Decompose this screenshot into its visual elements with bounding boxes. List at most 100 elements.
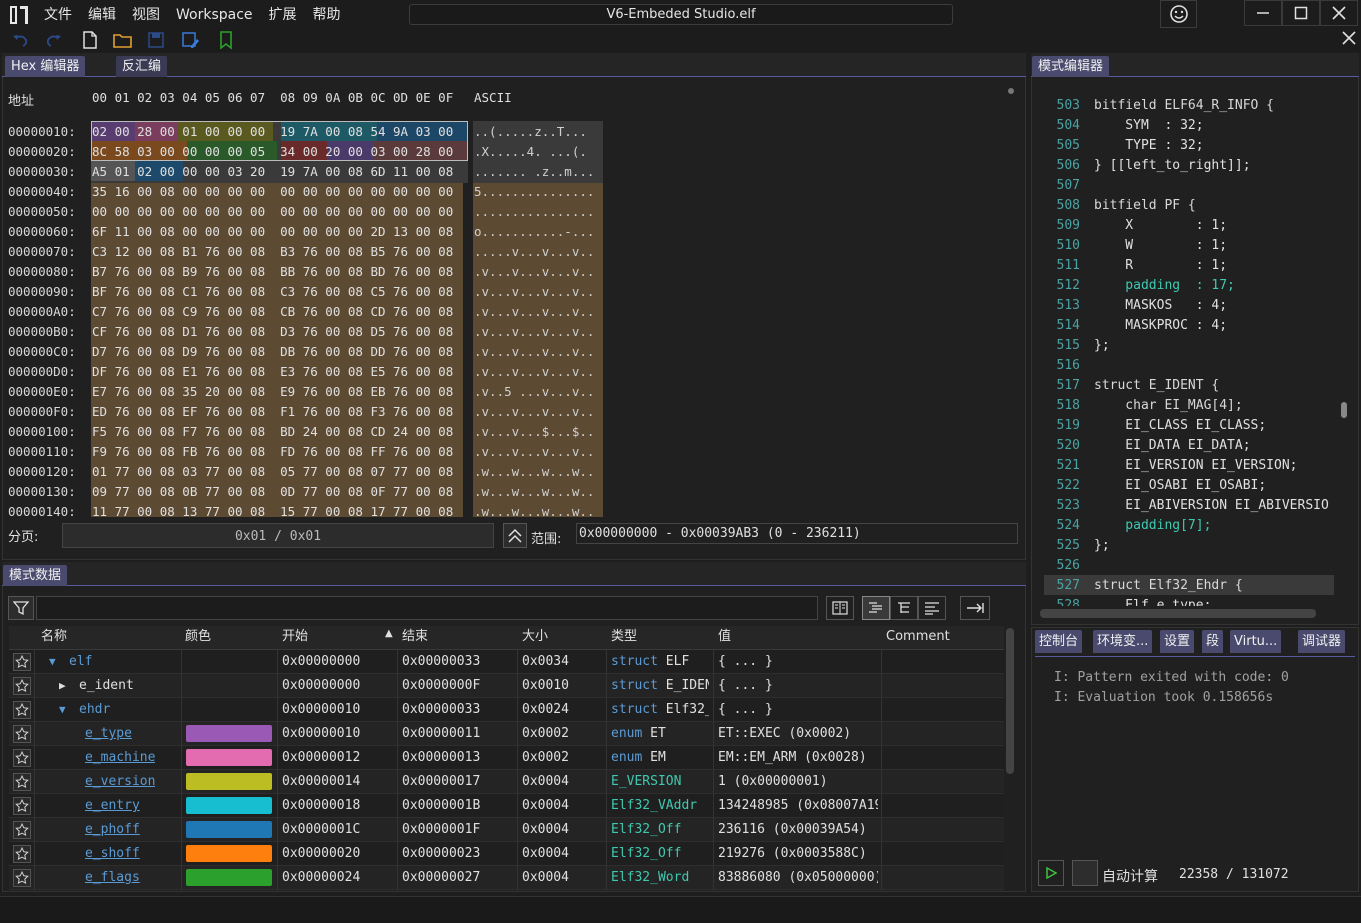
menu-item[interactable]: 编辑 — [80, 0, 124, 30]
col-comment[interactable]: Comment — [886, 626, 950, 648]
bottom-tab[interactable]: 调试器 — [1298, 630, 1346, 653]
save-as-icon[interactable] — [180, 30, 200, 50]
close-tab-icon[interactable] — [1341, 30, 1359, 48]
hex-bytes[interactable]: 35 16 00 08 00 00 00 00 00 00 00 00 00 0… — [92, 182, 453, 202]
col-end[interactable]: 结束 — [402, 626, 428, 648]
hex-row[interactable]: 000000B0: CF 76 00 08 D1 76 00 08 D3 76 0… — [8, 322, 608, 342]
bottom-tab[interactable]: 设置 — [1160, 630, 1195, 653]
hex-bytes[interactable]: 8C 58 03 00 00 00 00 05 34 00 20 00 03 0… — [92, 142, 453, 162]
tree-view-icon[interactable] — [890, 596, 918, 620]
hex-scrollbar[interactable] — [1006, 86, 1016, 516]
ascii-bytes[interactable]: .....v...v...v.. — [474, 242, 594, 262]
undo-icon[interactable] — [10, 30, 30, 50]
hex-row[interactable]: 00000030: A5 01 02 00 00 00 03 20 19 7A 0… — [8, 162, 608, 182]
ascii-bytes[interactable]: .X.....4. ...(. — [474, 142, 587, 162]
tab-hex-editor[interactable]: Hex 编辑器 — [5, 56, 86, 77]
hex-row[interactable]: 00000090: BF 76 00 08 C1 76 00 08 C3 76 0… — [8, 282, 608, 302]
auto-eval-checkbox[interactable] — [1072, 860, 1098, 886]
hex-bytes[interactable]: DF 76 00 08 E1 76 00 08 E3 76 00 08 E5 7… — [92, 362, 453, 382]
favorite-star-icon[interactable] — [9, 650, 35, 674]
page-indicator[interactable]: 0x01 / 0x01 — [62, 523, 494, 548]
col-start[interactable]: 开始 — [282, 626, 308, 648]
ascii-bytes[interactable]: .v...v...v...v.. — [474, 442, 594, 462]
menu-item[interactable]: 视图 — [124, 0, 168, 30]
table-row[interactable]: e_shoff 0x00000020 0x00000023 0x0004 219276 … — [9, 842, 1004, 866]
bottom-tab[interactable]: 段 — [1202, 630, 1224, 653]
hex-row[interactable]: 000000C0: D7 76 00 08 D9 76 00 08 DB 76 0… — [8, 342, 608, 362]
table-row[interactable]: ▶ e_ident 0x00000000 0x0000000F 0x0010 { ... … — [9, 674, 1004, 698]
hex-row[interactable]: 000000E0: E7 76 00 08 35 20 00 08 E9 76 0… — [8, 382, 608, 402]
ascii-bytes[interactable]: ....... .z..m... — [474, 162, 594, 182]
code-editor[interactable]: 503 bitfield ELF64_R_INFO {504 SYM : 32; 5… — [1038, 86, 1336, 606]
favorite-star-icon[interactable] — [9, 842, 35, 866]
bookmark-icon[interactable] — [216, 30, 236, 50]
menu-item[interactable]: 文件 — [36, 0, 80, 30]
favorite-star-icon[interactable] — [9, 794, 35, 818]
collapse-arrow-icon[interactable]: ▼ — [59, 698, 66, 722]
code-hscrollbar[interactable] — [1040, 609, 1316, 618]
code-vscrollbar[interactable] — [1341, 402, 1347, 418]
menu-item[interactable]: 帮助 — [305, 0, 349, 30]
hex-row[interactable]: 00000010: 02 00 28 00 01 00 00 00 19 7A 0… — [8, 122, 608, 142]
ascii-bytes[interactable]: .v...v...v...v.. — [474, 342, 594, 362]
align-left-icon[interactable] — [918, 596, 946, 620]
ascii-bytes[interactable]: .v...v...v...v.. — [474, 302, 594, 322]
hex-row[interactable]: 000000D0: DF 76 00 08 E1 76 00 08 E3 76 0… — [8, 362, 608, 382]
hex-row[interactable]: 00000140: 11 77 00 08 13 77 00 08 15 77 0… — [8, 502, 608, 522]
hex-row[interactable]: 00000040: 35 16 00 08 00 00 00 00 00 00 0… — [8, 182, 608, 202]
hex-bytes[interactable]: D7 76 00 08 D9 76 00 08 DB 76 00 08 DD 7… — [92, 342, 453, 362]
table-row[interactable]: ▼ ehdr 0x00000010 0x00000033 0x0024 { ... } st… — [9, 698, 1004, 722]
ascii-bytes[interactable]: o...........-... — [474, 222, 594, 242]
ascii-bytes[interactable]: .v...v...v...v.. — [474, 402, 594, 422]
hex-row[interactable]: 00000020: 8C 58 03 00 00 00 00 05 34 00 2… — [8, 142, 608, 162]
feedback-smiley-icon[interactable] — [1160, 0, 1197, 28]
menu-item[interactable]: Workspace — [168, 0, 261, 30]
favorite-star-icon[interactable] — [9, 746, 35, 770]
hex-bytes[interactable]: E7 76 00 08 35 20 00 08 E9 76 00 08 EB 7… — [92, 382, 453, 402]
table-row[interactable]: ▼ elf 0x00000000 0x00000033 0x0034 { ... } str… — [9, 650, 1004, 674]
hex-row[interactable]: 00000110: F9 76 00 08 FB 76 00 08 FD 76 0… — [8, 442, 608, 462]
expand-arrow-icon[interactable]: ▶ — [59, 674, 66, 698]
col-color[interactable]: 颜色 — [185, 626, 211, 648]
bottom-tab[interactable]: Virtu... — [1230, 630, 1282, 653]
hex-bytes[interactable]: 01 77 00 08 03 77 00 08 05 77 00 08 07 7… — [92, 462, 453, 482]
flat-list-icon[interactable] — [862, 596, 890, 620]
ascii-bytes[interactable]: .v...v...v...v.. — [474, 282, 594, 302]
hex-bytes[interactable]: CF 76 00 08 D1 76 00 08 D3 76 00 08 D5 7… — [92, 322, 453, 342]
hex-row[interactable]: 000000A0: C7 76 00 08 C9 76 00 08 CB 76 0… — [8, 302, 608, 322]
jump-to-icon[interactable] — [960, 596, 990, 620]
filter-icon[interactable] — [8, 596, 34, 620]
tab-disassembler[interactable]: 反汇编 — [116, 56, 168, 77]
ascii-bytes[interactable]: .v..5 ...v...v.. — [474, 382, 594, 402]
table-row[interactable]: e_flags 0x00000024 0x00000027 0x0004 8388608… — [9, 866, 1004, 890]
ascii-bytes[interactable]: .v...v...v...v.. — [474, 362, 594, 382]
save-icon[interactable] — [146, 30, 166, 50]
close-button[interactable] — [1320, 0, 1358, 26]
ascii-bytes[interactable]: .v...v...v...v.. — [474, 262, 594, 282]
col-value[interactable]: 值 — [718, 626, 731, 648]
ascii-bytes[interactable]: 5............... — [474, 182, 594, 202]
col-type[interactable]: 类型 — [611, 626, 637, 648]
page-up-button[interactable] — [503, 523, 527, 548]
ascii-bytes[interactable]: ..(.....z..T... — [474, 122, 587, 142]
hex-bytes[interactable]: A5 01 02 00 00 00 03 20 19 7A 00 08 6D 1… — [92, 162, 453, 182]
hex-bytes[interactable]: 09 77 00 08 0B 77 00 08 0D 77 00 08 0F 7… — [92, 482, 453, 502]
ascii-bytes[interactable]: ................ — [474, 202, 594, 222]
table-row[interactable]: e_entry 0x00000018 0x0000001B 0x0004 1342489… — [9, 794, 1004, 818]
ascii-bytes[interactable]: .v...v...v...v.. — [474, 322, 594, 342]
bottom-tab[interactable]: 控制台 — [1035, 630, 1083, 653]
hex-row[interactable]: 00000100: F5 76 00 08 F7 76 00 08 BD 24 0… — [8, 422, 608, 442]
table-row[interactable]: e_version 0x00000014 0x00000017 0x0004 1 (0x… — [9, 770, 1004, 794]
favorite-star-icon[interactable] — [9, 722, 35, 746]
new-file-icon[interactable] — [80, 30, 100, 50]
table-row[interactable]: e_machine 0x00000012 0x00000013 0x0002 EM::E… — [9, 746, 1004, 770]
hex-row[interactable]: 00000050: 00 00 00 00 00 00 00 00 00 00 0… — [8, 202, 608, 222]
table-row[interactable]: e_type 0x00000010 0x00000011 0x0002 ET::EXEC… — [9, 722, 1004, 746]
filter-input[interactable] — [36, 596, 818, 620]
hex-bytes[interactable]: F9 76 00 08 FB 76 00 08 FD 76 00 08 FF 7… — [92, 442, 453, 462]
favorite-star-icon[interactable] — [9, 818, 35, 842]
hex-bytes[interactable]: 6F 11 00 08 00 00 00 00 00 00 00 00 2D 1… — [92, 222, 453, 242]
favorite-star-icon[interactable] — [9, 866, 35, 890]
hex-bytes[interactable]: 02 00 28 00 01 00 00 00 19 7A 00 08 54 9… — [92, 122, 453, 142]
hex-bytes[interactable]: C3 12 00 08 B1 76 00 08 B3 76 00 08 B5 7… — [92, 242, 453, 262]
